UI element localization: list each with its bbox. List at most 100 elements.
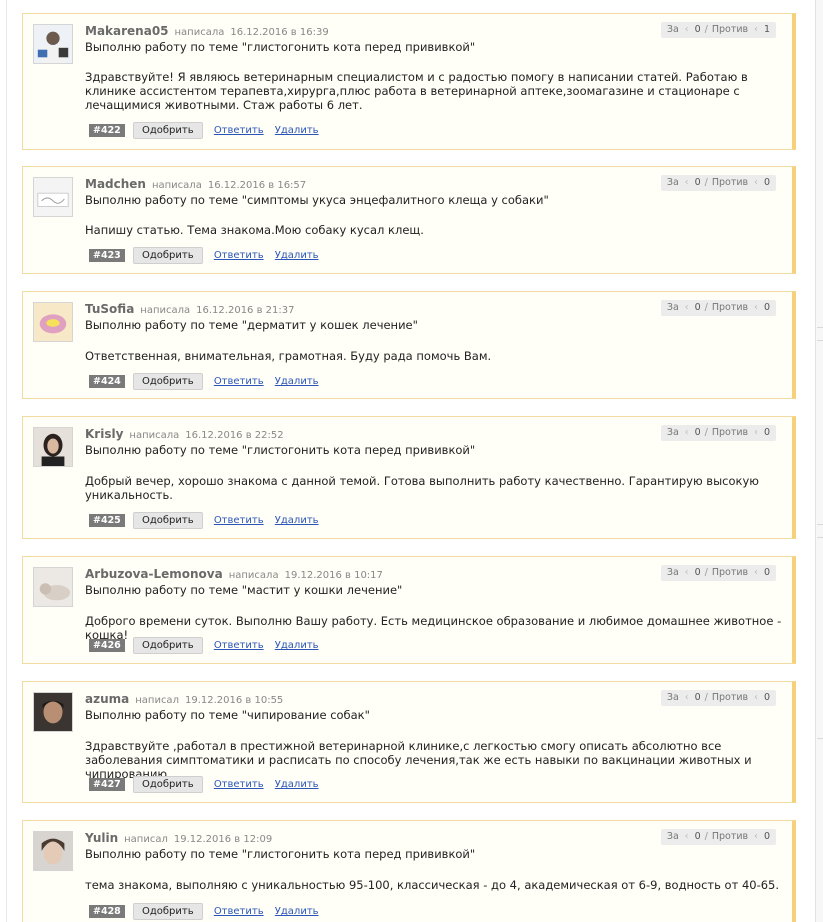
- verb: написал: [135, 695, 179, 706]
- vote-separator: /: [704, 831, 708, 842]
- author-name[interactable]: Makarena05: [85, 24, 169, 38]
- vote-for-label: За: [666, 427, 679, 438]
- vote-down-icon[interactable]: ‹: [754, 177, 758, 188]
- vote-against-label: Против: [711, 427, 749, 438]
- vote-up-icon[interactable]: ‹: [685, 831, 689, 842]
- vote-against-label: Против: [711, 24, 749, 35]
- avatar[interactable]: [33, 177, 73, 217]
- vote-box: За ‹ 0/Против ‹ 0: [660, 425, 776, 441]
- comment-number: #426: [89, 639, 125, 652]
- verb: написала: [140, 305, 191, 316]
- votes-against-count: 0: [763, 427, 770, 438]
- comment-actions: #422 Одобрить Ответить Удалить: [89, 122, 327, 140]
- avatar[interactable]: [33, 24, 73, 64]
- comment-date: 16.12.2016 в 21:37: [196, 305, 295, 316]
- avatar[interactable]: [33, 567, 73, 607]
- comment-number: #427: [89, 778, 125, 791]
- comment-meta: Yulin написал 19.12.2016 в 12:09: [85, 831, 272, 845]
- approve-button[interactable]: Одобрить: [132, 903, 203, 920]
- author-name[interactable]: Krisly: [85, 427, 123, 441]
- avatar[interactable]: [33, 831, 73, 871]
- approve-button[interactable]: Одобрить: [132, 512, 203, 529]
- comment-actions: #423 Одобрить Ответить Удалить: [89, 247, 327, 265]
- delete-link[interactable]: Удалить: [275, 779, 319, 790]
- comment-date: 16.12.2016 в 16:57: [207, 180, 307, 191]
- comment-date: 19.12.2016 в 10:55: [184, 695, 284, 706]
- reply-link[interactable]: Ответить: [214, 640, 264, 651]
- comment-meta: TuSofia написала 16.12.2016 в 21:37: [85, 302, 294, 316]
- vote-down-icon[interactable]: ‹: [754, 831, 758, 842]
- avatar[interactable]: [33, 427, 73, 467]
- comment-text: Напишу статью. Тема знакома.Мою собаку к…: [85, 223, 424, 237]
- avatar[interactable]: [33, 302, 73, 342]
- comment-meta: azuma написал 19.12.2016 в 10:55: [85, 692, 283, 706]
- votes-for-count: 0: [694, 302, 701, 313]
- vote-for-label: За: [666, 177, 679, 188]
- vote-down-icon[interactable]: ‹: [754, 24, 758, 35]
- vote-box: За ‹ 0/Против ‹ 0: [660, 565, 776, 581]
- comment-number: #423: [89, 249, 125, 262]
- comment-card: Madchen написала 16.12.2016 в 16:57 Выполн…: [22, 166, 796, 274]
- reply-link[interactable]: Ответить: [214, 779, 264, 790]
- vote-box: За ‹ 0/Против ‹ 1: [660, 22, 776, 38]
- vote-up-icon[interactable]: ‹: [685, 24, 689, 35]
- vote-up-icon[interactable]: ‹: [685, 567, 689, 578]
- reply-link[interactable]: Ответить: [214, 376, 264, 387]
- vote-box: За ‹ 0/Против ‹ 0: [660, 829, 776, 845]
- comment-card: TuSofia написала 16.12.2016 в 21:37 Выполн…: [22, 291, 796, 399]
- vote-against-label: Против: [711, 831, 749, 842]
- comment-card: Krisly написала 16.12.2016 в 22:52 Выполню…: [22, 416, 796, 539]
- vote-down-icon[interactable]: ‹: [754, 302, 758, 313]
- comment-meta: Madchen написала 16.12.2016 в 16:57: [85, 177, 306, 191]
- verb: написала: [129, 430, 180, 441]
- votes-for-count: 0: [694, 427, 701, 438]
- vote-up-icon[interactable]: ‹: [685, 692, 689, 703]
- vote-down-icon[interactable]: ‹: [754, 567, 758, 578]
- author-name[interactable]: TuSofia: [85, 302, 134, 316]
- vote-against-label: Против: [711, 692, 749, 703]
- reply-link[interactable]: Ответить: [214, 515, 264, 526]
- delete-link[interactable]: Удалить: [275, 125, 319, 136]
- author-name[interactable]: Arbuzova-Lemonova: [85, 567, 223, 581]
- author-name[interactable]: Yulin: [85, 831, 118, 845]
- delete-link[interactable]: Удалить: [275, 640, 319, 651]
- reply-link[interactable]: Ответить: [214, 250, 264, 261]
- vote-separator: /: [704, 302, 708, 313]
- approve-button[interactable]: Одобрить: [132, 373, 203, 390]
- approve-button[interactable]: Одобрить: [132, 776, 203, 793]
- votes-for-count: 0: [694, 177, 701, 188]
- comment-number: #422: [89, 124, 125, 137]
- votes-against-count: 0: [763, 567, 770, 578]
- sidebar-divider: [817, 340, 823, 341]
- approve-button[interactable]: Одобрить: [132, 637, 203, 654]
- comment-meta: Krisly написала 16.12.2016 в 22:52: [85, 427, 284, 441]
- comment-card: Makarena05 написала 16.12.2016 в 16:39 Вып…: [22, 13, 796, 150]
- comment-actions: #427 Одобрить Ответить Удалить: [89, 776, 327, 794]
- delete-link[interactable]: Удалить: [275, 515, 319, 526]
- vote-up-icon[interactable]: ‹: [685, 427, 689, 438]
- delete-link[interactable]: Удалить: [275, 906, 319, 917]
- verb: написала: [228, 570, 279, 581]
- comment-card: azuma написал 19.12.2016 в 10:55 Выполню р…: [22, 681, 796, 803]
- approve-button[interactable]: Одобрить: [132, 247, 203, 264]
- comment-actions: #425 Одобрить Ответить Удалить: [89, 512, 327, 530]
- vote-up-icon[interactable]: ‹: [685, 177, 689, 188]
- reply-link[interactable]: Ответить: [214, 125, 264, 136]
- author-name[interactable]: azuma: [85, 692, 129, 706]
- reply-link[interactable]: Ответить: [214, 906, 264, 917]
- vote-against-label: Против: [711, 567, 749, 578]
- sidebar-divider: [817, 738, 823, 739]
- vote-separator: /: [704, 692, 708, 703]
- approve-button[interactable]: Одобрить: [132, 122, 203, 139]
- delete-link[interactable]: Удалить: [275, 376, 319, 387]
- vote-box: За ‹ 0/Против ‹ 0: [660, 300, 776, 316]
- votes-for-count: 0: [694, 831, 701, 842]
- author-name[interactable]: Madchen: [85, 177, 146, 191]
- votes-for-count: 0: [694, 692, 701, 703]
- avatar[interactable]: [33, 692, 73, 732]
- vote-up-icon[interactable]: ‹: [685, 302, 689, 313]
- vote-down-icon[interactable]: ‹: [754, 427, 758, 438]
- vote-down-icon[interactable]: ‹: [754, 692, 758, 703]
- delete-link[interactable]: Удалить: [275, 250, 319, 261]
- comment-card: Yulin написал 19.12.2016 в 12:09 Выполню р…: [22, 820, 796, 922]
